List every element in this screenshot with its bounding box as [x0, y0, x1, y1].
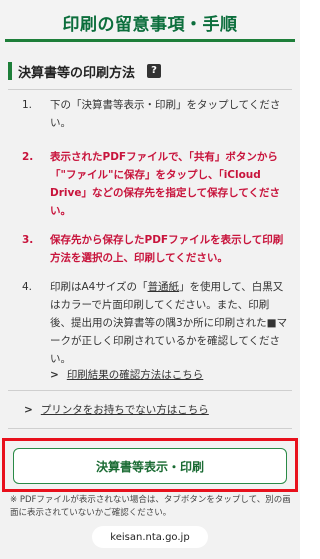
plain-paper-link[interactable]: 普通紙: [148, 281, 180, 293]
pdf-note: ※ PDFファイルが表示されない場合は、タブボタンをタップして、別の画面に表示さ…: [10, 495, 291, 518]
page-title: 印刷の留意事項・手順: [62, 15, 238, 35]
no-printer-link[interactable]: > プリンタをお持ちでない方はこちら: [24, 402, 209, 418]
url-bar[interactable]: keisan.nta.go.jp: [92, 526, 208, 548]
step-number: 3.: [22, 234, 34, 246]
section-bar: [8, 62, 12, 80]
step-text: 表示されたPDFファイルで、「共有」ボタンから「"ファイル"に保存」をタップし、…: [50, 151, 281, 217]
chevron-right-icon: >: [24, 404, 33, 416]
step-text-after: 」を使用して、白黒又はカラーで片面印刷してください。また、印刷後、提出用の決算書…: [50, 281, 288, 365]
links-divider: [8, 390, 292, 391]
chevron-right-icon: >: [50, 369, 59, 381]
step-number: 1.: [22, 99, 33, 111]
section-heading: 決算書等の印刷方法 ?: [8, 62, 162, 81]
step-2: 2. 表示されたPDFファイルで、「共有」ボタンから「"ファイル"に保存」をタッ…: [22, 148, 290, 220]
page-header: 印刷の留意事項・手順: [0, 0, 300, 47]
step-1: 1. 下の「決算書等表示・印刷」をタップしてください。: [22, 96, 290, 132]
display-print-button[interactable]: 決算書等表示・印刷: [13, 448, 287, 484]
section-divider: [8, 89, 292, 90]
step-3: 3. 保存先から保存したPDFファイルを表示して印刷方法を選択の上、印刷してくだ…: [22, 231, 290, 267]
section-title: 決算書等の印刷方法: [18, 65, 136, 81]
help-icon[interactable]: ?: [147, 64, 162, 78]
header-underline: [5, 39, 295, 42]
print-result-link[interactable]: > 印刷結果の確認方法はこちら: [50, 367, 203, 383]
no-printer-link-label: プリンタをお持ちでない方はこちら: [40, 404, 209, 416]
step-number: 2.: [22, 151, 34, 163]
step-number: 4.: [22, 281, 33, 293]
step-text: 保存先から保存したPDFファイルを表示して印刷方法を選択の上、印刷してください。: [50, 234, 284, 264]
print-result-link-label: 印刷結果の確認方法はこちら: [66, 369, 204, 381]
step-text-before: 印刷はA4サイズの「: [50, 281, 148, 293]
step-text: 印刷はA4サイズの「普通紙」を使用して、白黒又はカラーで片面印刷してください。ま…: [28, 278, 290, 368]
step-4: 4. 印刷はA4サイズの「普通紙」を使用して、白黒又はカラーで片面印刷してくださ…: [22, 278, 290, 368]
step-text: 下の「決算書等表示・印刷」をタップしてください。: [50, 99, 281, 129]
button-divider: [8, 428, 292, 429]
